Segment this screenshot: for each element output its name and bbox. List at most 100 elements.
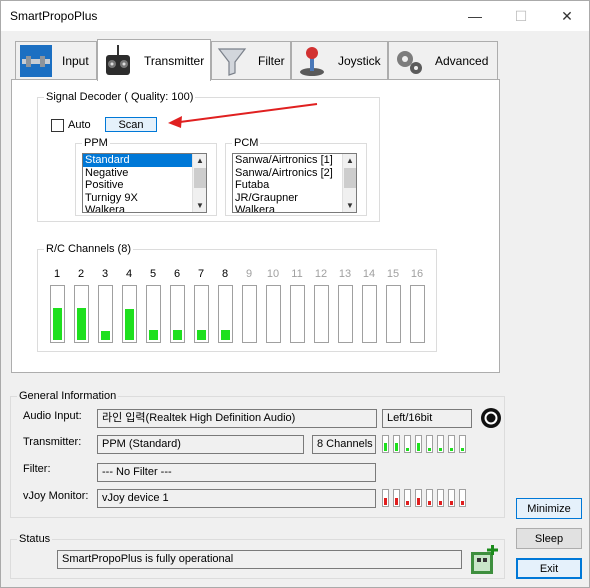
channel-bar [194,285,209,343]
pcm-scrollbar[interactable]: ▲ ▼ [342,154,356,212]
channel-label: 13 [338,268,352,280]
general-information-label: General Information [17,390,119,402]
mini-channel-bar [382,435,389,453]
auto-checkbox[interactable] [51,119,64,132]
general-information-group: General Information Audio Input: 라인 입력(R… [10,390,505,518]
channel-bar [170,285,185,343]
list-item[interactable]: Positive [83,179,206,192]
mini-channel-bar [393,489,400,507]
transmitter-field: PPM (Standard) [97,435,304,454]
minimize-window-button[interactable]: — [452,1,498,31]
close-window-button[interactable]: ✕ [544,1,590,31]
list-item[interactable]: Walkera [233,204,356,212]
mini-channel-bar [448,489,455,507]
channel-bar [98,285,113,343]
vjoy-device-field: vJoy device 1 [97,489,376,508]
tab-label: Joystick [338,53,381,68]
mini-channel-fill [417,498,420,505]
mini-channel-bar [382,489,389,507]
minimize-button[interactable]: Minimize [516,498,582,519]
mini-channel-fill [439,448,442,451]
list-item[interactable]: Sanwa/Airtronics [2] [233,167,356,180]
mini-channel-fill [384,443,387,451]
audio-format-field: Left/16bit [382,409,472,428]
ppm-listbox[interactable]: Standard Negative Positive Turnigy 9X Wa… [82,153,207,213]
mini-channel-bar [459,435,466,453]
channel-label: 1 [53,268,61,280]
device-status-icon [469,544,501,576]
tab-filter[interactable]: Filter [211,41,291,79]
tab-label: Input [62,53,89,68]
channel-bar [290,285,305,343]
list-item[interactable]: Sanwa/Airtronics [1] [233,154,356,167]
scroll-thumb[interactable] [344,168,356,188]
mini-channel-fill [461,501,464,505]
channel-level-fill [197,330,206,340]
filter-field: --- No Filter --- [97,463,376,482]
tab-transmitter[interactable]: Transmitter [97,39,211,81]
channel-bar [146,285,161,343]
mini-channel-fill [450,501,453,505]
tab-advanced[interactable]: Advanced [388,41,498,79]
status-group: Status SmartPropoPlus is fully operation… [10,533,505,579]
list-item[interactable]: JR/Graupner [233,192,356,205]
annotation-arrow-icon [168,103,318,128]
channel-bar [50,285,65,343]
channel-bar [242,285,257,343]
speaker-icon [480,407,502,429]
audio-input-field: 라인 입력(Realtek High Definition Audio) [97,409,377,428]
pcm-group: PCM Sanwa/Airtronics [1] Sanwa/Airtronic… [225,137,367,216]
mini-channel-bar [415,489,422,507]
rc-channels-label: R/C Channels (8) [44,243,133,255]
list-item[interactable]: Walkera [83,204,206,212]
list-item[interactable]: Turnigy 9X [83,192,206,205]
mini-channel-bar [404,489,411,507]
channel-label: 11 [291,268,303,280]
list-item[interactable]: Standard [83,154,206,167]
rc-channels-group: R/C Channels (8) 1 2 3 4 5 6 7 8 9 10 11 12 13 14 15 16 [37,243,437,352]
scroll-thumb[interactable] [194,168,206,188]
channel-level-fill [77,308,86,340]
list-item[interactable]: Futaba [233,179,356,192]
channel-level-fill [53,308,62,340]
mini-channel-fill [461,448,464,451]
channel-label: 6 [173,268,181,280]
scroll-up-icon[interactable]: ▲ [343,154,356,167]
scroll-down-icon[interactable]: ▼ [193,199,206,212]
funnel-icon [216,45,248,77]
mini-channel-fill [406,448,409,451]
mini-channel-bar [437,435,444,453]
scroll-down-icon[interactable]: ▼ [343,199,356,212]
sleep-button[interactable]: Sleep [516,528,582,549]
joystick-icon [296,45,328,77]
channel-level-fill [125,309,134,340]
channels-field: 8 Channels [312,435,376,454]
exit-button[interactable]: Exit [516,558,582,579]
channel-bar [266,285,281,343]
mini-channel-fill [428,448,431,451]
tab-label: Filter [258,53,285,68]
channel-level-fill [221,330,230,340]
mini-channel-bar [459,489,466,507]
ppm-scrollbar[interactable]: ▲ ▼ [192,154,206,212]
channel-label: 2 [77,268,85,280]
channel-level-fill [101,331,110,340]
pcm-listbox[interactable]: Sanwa/Airtronics [1] Sanwa/Airtronics [2… [232,153,357,213]
maximize-window-button[interactable]: ☐ [498,1,544,31]
ppm-group: PPM Standard Negative Positive Turnigy 9… [75,137,217,216]
tab-input[interactable]: Input [15,41,97,79]
list-item[interactable]: Negative [83,167,206,180]
scroll-up-icon[interactable]: ▲ [193,154,206,167]
mini-channel-fill [450,448,453,451]
mini-channel-bar [448,435,455,453]
channel-label: 5 [149,268,157,280]
scan-button[interactable]: Scan [105,117,157,132]
tab-joystick[interactable]: Joystick [291,41,388,79]
audio-input-label: Audio Input: [23,410,82,422]
transmitter-label: Transmitter: [23,436,82,448]
mini-channel-fill [406,501,409,505]
channel-level-fill [149,330,158,340]
rc-transmitter-icon [102,44,134,77]
mini-channel-bar [404,435,411,453]
channel-bar [386,285,401,343]
